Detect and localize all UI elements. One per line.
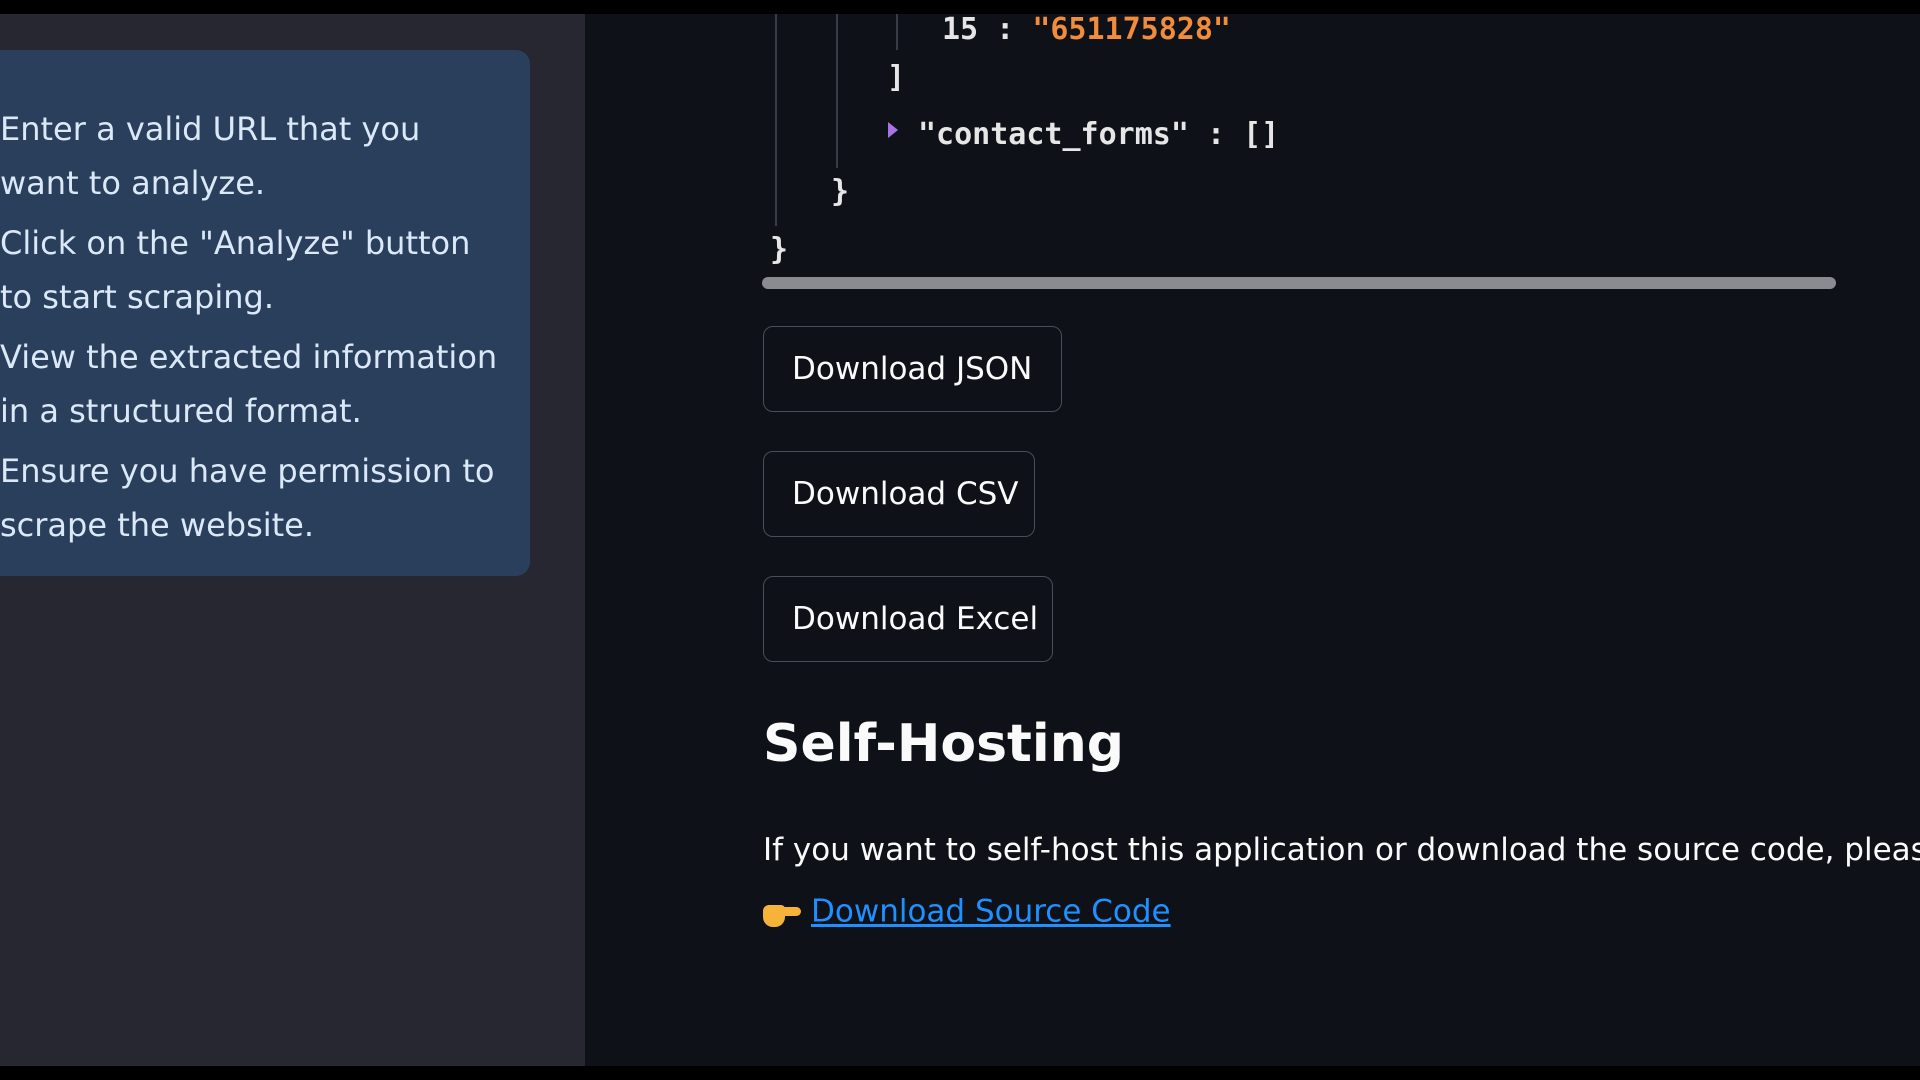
self-hosting-description: If you want to self-host this applicatio… [763, 832, 1920, 868]
json-indent-guide [836, 14, 838, 168]
json-close-brace: } [831, 174, 850, 209]
expand-caret-icon[interactable] [888, 122, 898, 138]
download-csv-button[interactable]: Download CSV [763, 451, 1035, 537]
pointing-hand-icon [763, 895, 801, 929]
json-string-value: "651175828" [1032, 14, 1231, 47]
download-source-code-link[interactable]: Download Source Code [811, 894, 1171, 930]
instructions-info-box: Enter a valid URL that you want to analy… [0, 50, 530, 576]
instruction-step: Ensure you have permission to scrape the… [0, 452, 495, 544]
json-close-brace: } [770, 232, 789, 267]
json-partial-entry: 15 : "651175828" [942, 14, 1231, 47]
download-excel-button[interactable]: Download Excel [763, 576, 1053, 662]
section-title-self-hosting: Self-Hosting [763, 714, 1124, 774]
app-frame: Enter a valid URL that you want to analy… [0, 14, 1920, 1066]
main-content: 15 : "651175828" ] "contact_forms" : [] … [585, 14, 1920, 1066]
download-json-button[interactable]: Download JSON [763, 326, 1062, 412]
horizontal-scrollbar[interactable] [762, 277, 1836, 289]
json-contact-forms: "contact_forms" : [] [918, 117, 1280, 152]
json-indent-guide [775, 14, 777, 226]
json-key: 15 [942, 14, 979, 47]
json-indent-guide [896, 14, 898, 50]
instruction-step: Enter a valid URL that you want to analy… [0, 110, 421, 202]
json-close-bracket: ] [887, 60, 906, 95]
instruction-step: View the extracted information in a stru… [0, 338, 498, 430]
json-viewer: 15 : "651175828" ] "contact_forms" : [] … [585, 14, 1920, 274]
instruction-step: Click on the "Analyze" button to start s… [0, 224, 471, 316]
json-separator: : [978, 14, 1033, 47]
source-code-link-row: Download Source Code [763, 892, 1171, 930]
sidebar: Enter a valid URL that you want to analy… [0, 14, 585, 1066]
